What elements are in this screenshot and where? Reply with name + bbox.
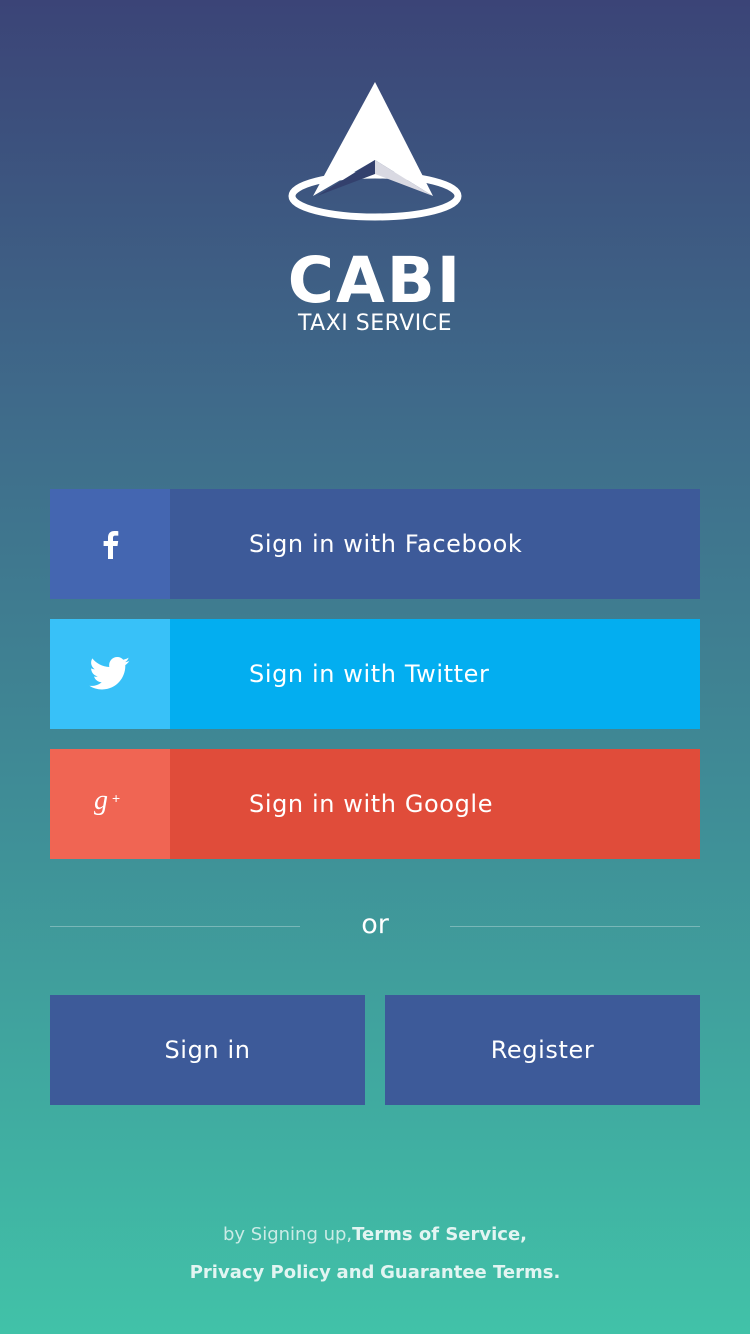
divider-right	[450, 926, 700, 927]
brand-name: CABI	[287, 244, 463, 317]
divider-or: or	[361, 909, 389, 940]
svg-text:+: +	[112, 790, 120, 806]
facebook-signin-label: Sign in with Facebook	[249, 530, 523, 558]
twitter-signin-button[interactable]: Sign in with Twitter	[50, 619, 700, 729]
google-plus-icon: g +	[94, 787, 120, 816]
twitter-signin-label: Sign in with Twitter	[249, 660, 490, 688]
signin-button[interactable]: Sign in	[50, 995, 365, 1105]
footer-line-2: Privacy Policy and Guarantee Terms.	[0, 1260, 750, 1286]
footer-line-1: by Signing up,Terms of Service,	[0, 1222, 750, 1248]
brand-tagline: TAXI SERVICE	[297, 311, 453, 336]
svg-text:g: g	[94, 787, 108, 816]
twitter-icon-box	[50, 619, 170, 729]
terms-of-service-link[interactable]: Terms of Service,	[352, 1224, 527, 1245]
twitter-icon	[89, 657, 130, 690]
footer-and: and	[336, 1262, 375, 1283]
app-logo: CABI TAXI SERVICE	[0, 78, 750, 348]
google-signin-label: Sign in with Google	[249, 790, 494, 818]
privacy-policy-link[interactable]: Privacy Policy	[190, 1262, 331, 1283]
facebook-icon	[103, 531, 119, 559]
footer-prefix: by Signing up,	[222, 1224, 353, 1245]
divider-left	[50, 926, 300, 927]
facebook-icon-box	[50, 489, 170, 599]
compass-logo-icon	[288, 82, 462, 221]
google-signin-button[interactable]: g + Sign in with Google	[50, 749, 700, 859]
google-icon-box: g +	[50, 749, 170, 859]
register-button[interactable]: Register	[385, 995, 700, 1105]
facebook-signin-button[interactable]: Sign in with Facebook	[50, 489, 700, 599]
guarantee-terms-link[interactable]: Guarantee Terms.	[380, 1262, 560, 1283]
